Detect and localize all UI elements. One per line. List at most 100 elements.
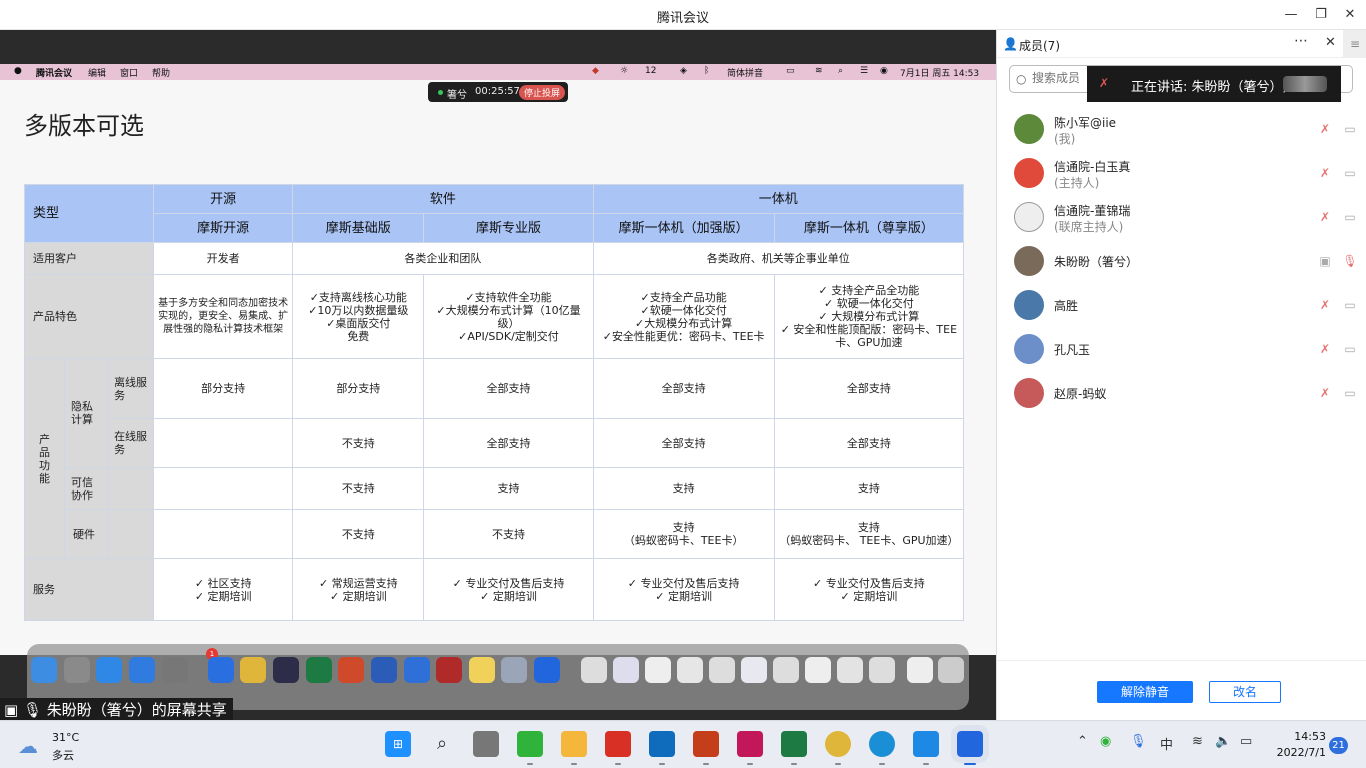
taskbar-clock[interactable]: 14:53 2022/7/1 — [1272, 729, 1326, 761]
member-name: 陈小军@iie — [1054, 116, 1117, 130]
mic-icon: 🎙 — [22, 701, 43, 719]
battery-icon[interactable]: ▭ — [1240, 734, 1252, 749]
mic-muted-icon[interactable]: ✗ — [1317, 210, 1333, 226]
share-label-text: 朱盼盼（箸兮）的屏幕共享 — [46, 701, 227, 719]
wifi-icon[interactable]: ≋ — [1192, 734, 1203, 749]
mendeley-icon[interactable] — [737, 731, 763, 757]
screen-share-icon: ▣ — [1319, 254, 1331, 268]
stop-projection-button[interactable]: 停止投屏 — [519, 85, 566, 100]
apple-icon: ● — [14, 66, 22, 76]
member-row[interactable]: 信通院-白玉真 (主持人) ✗ ▭ — [997, 152, 1366, 196]
member-row[interactable]: 朱盼盼（箸兮） ▣ 🎙 — [997, 240, 1366, 284]
wechat-icon[interactable] — [517, 731, 543, 757]
shield-app-icon — [208, 657, 234, 683]
service-pro: ✓ 专业交付及售后支持 ✓ 定期培训 — [423, 558, 594, 621]
avatar — [1014, 202, 1044, 232]
online-box-ex: 全部支持 — [773, 418, 965, 468]
member-search-input[interactable] — [1032, 71, 1092, 85]
online-pro: 全部支持 — [423, 418, 594, 468]
chrome-icon — [240, 657, 266, 683]
members-footer: 解除静音 改名 — [997, 660, 1366, 720]
close-panel-icon[interactable]: ✕ — [1325, 35, 1336, 50]
offline-box-ex: 全部支持 — [773, 358, 965, 419]
mic-muted-icon: ✗ — [1099, 76, 1110, 90]
hardware-sub-empty — [107, 509, 155, 559]
window-thumb-icon — [709, 657, 735, 683]
menu-icon[interactable]: ≡ — [1343, 30, 1366, 58]
shield-red-icon: ◆ — [592, 66, 599, 76]
shield-icon: ◈ — [680, 66, 687, 76]
product-box-plus: 摩斯一体机（加强版） — [592, 213, 775, 243]
word-icon — [371, 657, 397, 683]
vscode-icon[interactable] — [913, 731, 939, 757]
slide: 多版本可选 类型 开源 软件 一体机 摩斯开源 摩斯基础版 摩斯专业版 摩斯一体… — [0, 80, 996, 655]
camera-off-icon[interactable]: ▭ — [1341, 342, 1359, 358]
mic-active-icon[interactable]: 🎙 — [1341, 254, 1359, 270]
outlook-icon[interactable] — [649, 731, 675, 757]
restore-button[interactable]: ❐ — [1310, 5, 1332, 25]
camera-off-icon[interactable]: ▭ — [1341, 298, 1359, 314]
battery-icon: ▭ — [786, 66, 795, 76]
excel-icon[interactable] — [781, 731, 807, 757]
edge-icon[interactable] — [869, 731, 895, 757]
trust-sub-empty — [107, 467, 155, 510]
hardware-pro: 不支持 — [423, 509, 594, 559]
notification-badge[interactable]: 21 — [1329, 737, 1348, 754]
close-button[interactable]: ✕ — [1339, 5, 1361, 25]
chevron-up-icon[interactable]: ⌃ — [1077, 734, 1088, 749]
avatar — [1014, 290, 1044, 320]
product-open: 摩斯开源 — [153, 213, 294, 243]
more-icon[interactable]: ⋯ — [1294, 33, 1308, 49]
minimize-button[interactable]: — — [1280, 5, 1302, 25]
person-icon: 👤 — [1003, 37, 1018, 51]
member-row[interactable]: 信通院-董锦瑞 (联席主持人) ✗ ▭ — [997, 196, 1366, 240]
camera-off-icon[interactable]: ▭ — [1341, 122, 1359, 138]
screen-share-label: ▣ 🎙 朱盼盼（箸兮）的屏幕共享 — [0, 698, 233, 720]
powerpoint-icon[interactable] — [693, 731, 719, 757]
finder-icon — [31, 657, 57, 683]
unmute-all-button[interactable]: 解除静音 — [1097, 681, 1193, 703]
trust-basic: 不支持 — [292, 467, 425, 510]
wechat-tray-icon[interactable]: ◉ — [1100, 734, 1111, 749]
active-indicator — [964, 763, 976, 765]
camera-off-icon[interactable]: ▭ — [1341, 386, 1359, 402]
member-row[interactable]: 孔凡玉 ✗ ▭ — [997, 328, 1366, 372]
avatar — [1014, 334, 1044, 364]
start-icon[interactable]: ⊞ — [385, 731, 411, 757]
vpn-icon — [404, 657, 430, 683]
trust-box-plus: 支持 — [592, 467, 775, 510]
bluetooth-icon: ᛒ — [704, 66, 710, 76]
rename-button[interactable]: 改名 — [1209, 681, 1281, 703]
member-name: 信通院-白玉真 — [1054, 160, 1131, 174]
mic-muted-icon[interactable]: ✗ — [1317, 298, 1333, 314]
weather-widget[interactable]: ☁ 31°C 多云 — [18, 729, 108, 763]
safari-icon — [96, 657, 122, 683]
mac-badge-count: 12 — [645, 66, 657, 76]
ime-indicator[interactable]: 中 — [1160, 734, 1173, 753]
excel-icon — [306, 657, 332, 683]
camera-icon[interactable]: ▭ — [1341, 166, 1359, 182]
speaker-icon[interactable]: 🔈 — [1215, 734, 1231, 749]
window-thumb-icon — [613, 657, 639, 683]
camera-off-icon[interactable]: ▭ — [1341, 210, 1359, 226]
mic-tray-icon[interactable]: 🎙 — [1130, 734, 1147, 749]
window-thumb-icon — [645, 657, 671, 683]
mac-menu-window: 窗口 — [120, 69, 139, 79]
launchpad-icon — [64, 657, 90, 683]
mic-muted-icon[interactable]: ✗ — [1317, 342, 1333, 358]
chrome-icon[interactable] — [825, 731, 851, 757]
task-view-icon[interactable] — [473, 731, 499, 757]
member-row[interactable]: 赵原-蚂蚁 ✗ ▭ — [997, 372, 1366, 416]
online-basic: 不支持 — [292, 418, 425, 468]
tencent-meeting-icon[interactable] — [951, 725, 989, 763]
running-indicator — [791, 763, 797, 765]
member-row[interactable]: 高胜 ✗ ▭ — [997, 284, 1366, 328]
mic-muted-icon[interactable]: ✗ — [1317, 122, 1333, 138]
mic-muted-icon[interactable]: ✗ — [1317, 386, 1333, 402]
file-explorer-icon[interactable] — [561, 731, 587, 757]
service-label: 服务 — [23, 558, 155, 621]
search-icon[interactable]: ⌕ — [429, 731, 455, 757]
mic-muted-icon[interactable]: ✗ — [1317, 166, 1333, 182]
pdf-icon[interactable] — [605, 731, 631, 757]
member-row[interactable]: 陈小军@iie (我) ✗ ▭ — [997, 108, 1366, 152]
